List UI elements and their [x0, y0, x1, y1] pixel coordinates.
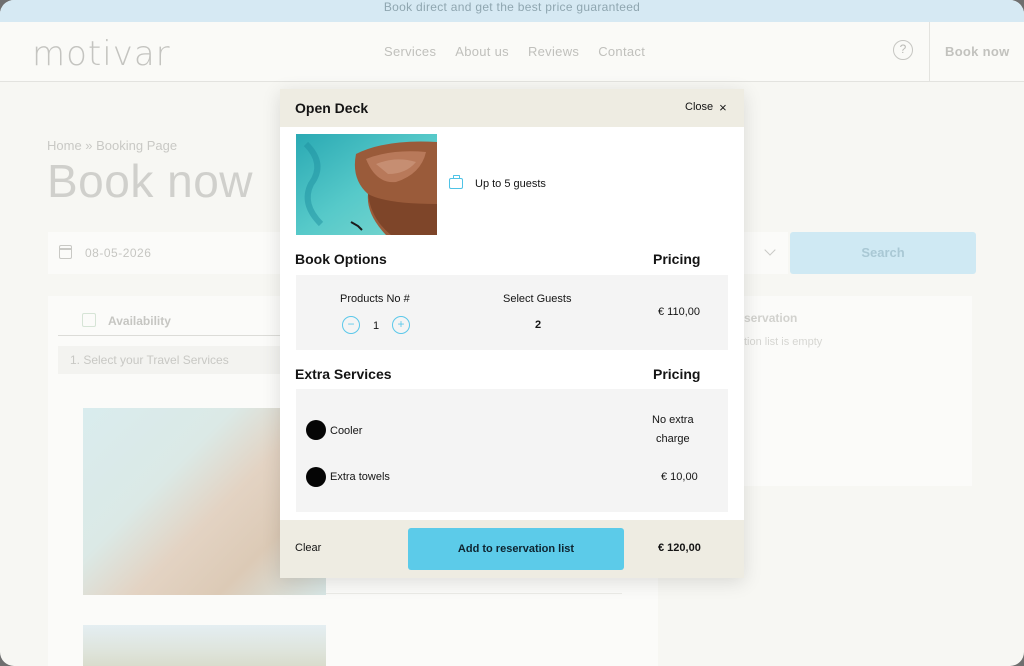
calendar-icon — [59, 245, 72, 259]
modal-footer: Clear Add to reservation list € 120,00 — [280, 520, 744, 578]
page-title: Book now — [47, 155, 254, 207]
close-label: Close — [685, 101, 714, 113]
tab-availability-label: Availability — [108, 314, 171, 328]
browser-frame: Book direct and get the best price guara… — [0, 0, 1024, 666]
service-photo[interactable] — [83, 625, 326, 666]
modal-header: Open Deck Close × — [280, 89, 744, 127]
breadcrumb[interactable]: Home » Booking Page — [47, 138, 177, 153]
extra-services-pricing-title: Pricing — [653, 366, 701, 382]
site-header: motivar Services About us Reviews Contac… — [0, 22, 1024, 82]
option-price: € 110,00 — [658, 306, 701, 318]
quantity-value: 1 — [373, 320, 380, 332]
bag-icon — [82, 313, 96, 327]
nav-contact[interactable]: Contact — [598, 44, 645, 59]
select-guests-label: Select Guests — [503, 293, 572, 305]
products-label: Products No # — [340, 293, 410, 305]
nav-reviews[interactable]: Reviews — [528, 44, 579, 59]
increase-quantity-button[interactable]: + — [392, 316, 410, 334]
logo[interactable]: motivar — [32, 34, 171, 74]
cooler-checkbox[interactable] — [306, 420, 326, 440]
add-to-reservation-button[interactable]: Add to reservation list — [408, 528, 624, 570]
tab-availability[interactable]: Availability — [58, 296, 288, 336]
cooler-price-line2: charge — [655, 433, 690, 445]
modal-title: Open Deck — [295, 100, 369, 116]
main-nav: Services About us Reviews Contact — [384, 44, 645, 59]
nav-about-us[interactable]: About us — [455, 44, 509, 59]
guests-select[interactable]: 2 — [535, 319, 541, 331]
service-thumbnail-image — [296, 134, 437, 235]
header-divider — [929, 22, 930, 82]
reservation-empty-text: tion list is empty — [744, 336, 823, 348]
close-button[interactable]: Close × — [685, 99, 727, 115]
extra-towels-label: Extra towels — [330, 471, 390, 483]
nav-services[interactable]: Services — [384, 44, 436, 59]
clear-button[interactable]: Clear — [295, 542, 321, 554]
search-button[interactable]: Search — [790, 232, 976, 274]
cooler-label: Cooler — [330, 425, 363, 437]
reservation-title: servation — [744, 311, 798, 325]
step-label: 1. Select your Travel Services — [58, 346, 288, 374]
date-input[interactable]: 08-05-2026 — [85, 246, 151, 260]
book-options-row: Products No # − 1 + Select Guests 2 € 11… — [296, 275, 728, 350]
promo-banner: Book direct and get the best price guara… — [0, 0, 1024, 22]
divider — [326, 593, 622, 594]
extra-services-title: Extra Services — [295, 366, 392, 382]
extra-services-list: Cooler No extra charge Extra towels € 10… — [296, 389, 728, 512]
book-now-button[interactable]: Book now — [945, 44, 1010, 59]
decrease-quantity-button[interactable]: − — [342, 316, 360, 334]
question-circle-icon[interactable]: ? — [893, 40, 913, 60]
service-thumbnail — [296, 134, 437, 235]
total-price: € 120,00 — [658, 542, 701, 554]
book-options-title: Book Options — [295, 251, 387, 267]
cooler-price: No extra charge — [652, 411, 694, 449]
chevron-down-icon[interactable] — [764, 244, 776, 256]
close-icon: × — [719, 99, 727, 115]
extra-towels-checkbox[interactable] — [306, 467, 326, 487]
extra-towels-price: € 10,00 — [661, 471, 698, 483]
guest-capacity: Up to 5 guests — [475, 178, 546, 190]
luggage-icon — [449, 175, 463, 189]
cooler-price-line1: No extra — [652, 414, 694, 426]
book-options-pricing-title: Pricing — [653, 251, 701, 267]
booking-modal: Open Deck Close × Up to 5 guests Book Op… — [280, 89, 744, 578]
